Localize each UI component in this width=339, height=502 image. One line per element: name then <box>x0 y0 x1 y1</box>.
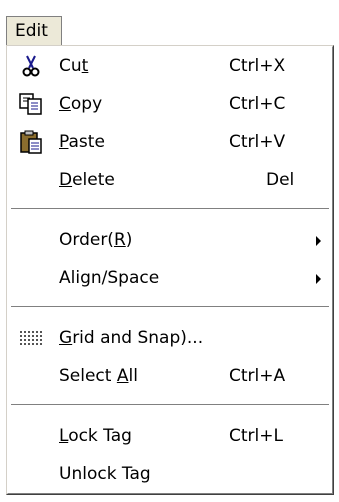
shortcut-delete: Del <box>266 170 295 190</box>
menu-item-select-all-label: Select All <box>59 366 138 386</box>
copy-icon <box>18 91 44 117</box>
menu-item-order-label: Order(R) <box>59 230 133 250</box>
menu-item-align-space[interactable]: Align/Space <box>7 260 333 298</box>
menu-item-copy[interactable]: Copy Ctrl+C <box>7 86 333 124</box>
menu-item-grid-and-snap[interactable]: Grid and Snap)... <box>7 320 333 358</box>
menu-item-lock-tag[interactable]: Lock Tag Ctrl+L <box>7 418 333 456</box>
menu-item-lock-tag-label: Lock Tag <box>59 426 132 446</box>
edit-menu: Cut Ctrl+X Copy Ctrl+C Paste Ctrl+V Dele… <box>6 45 334 495</box>
menu-separator <box>11 404 329 406</box>
shortcut-cut: Ctrl+X <box>229 56 286 76</box>
submenu-arrow-icon <box>316 236 321 246</box>
menu-item-paste[interactable]: Paste Ctrl+V <box>7 124 333 162</box>
shortcut-paste: Ctrl+V <box>229 132 286 152</box>
scissors-icon <box>18 53 44 79</box>
menu-item-delete[interactable]: Delete Del <box>7 162 333 200</box>
menu-item-cut-label: Cut <box>59 56 89 76</box>
menu-item-unlock-tag-label: Unlock Tag <box>59 464 151 484</box>
menubar-edit[interactable]: Edit <box>6 16 62 46</box>
menu-item-cut[interactable]: Cut Ctrl+X <box>7 48 333 86</box>
menu-item-paste-label: Paste <box>59 132 105 152</box>
menu-item-grid-and-snap-label: Grid and Snap)... <box>59 328 204 348</box>
grid-icon <box>18 325 44 351</box>
menubar-edit-label: Edit <box>15 21 48 41</box>
menu-item-order[interactable]: Order(R) <box>7 222 333 260</box>
menu-separator <box>11 306 329 308</box>
shortcut-copy: Ctrl+C <box>229 94 286 114</box>
menu-item-align-space-label: Align/Space <box>59 268 160 288</box>
menu-item-select-all[interactable]: Select All Ctrl+A <box>7 358 333 396</box>
menu-item-unlock-tag[interactable]: Unlock Tag <box>7 456 333 494</box>
menu-item-delete-label: Delete <box>59 170 115 190</box>
menu-separator <box>11 208 329 210</box>
shortcut-select-all: Ctrl+A <box>229 366 286 386</box>
paste-icon <box>18 129 44 155</box>
submenu-arrow-icon <box>316 274 321 284</box>
shortcut-lock-tag: Ctrl+L <box>229 426 283 446</box>
menu-item-copy-label: Copy <box>59 94 103 114</box>
